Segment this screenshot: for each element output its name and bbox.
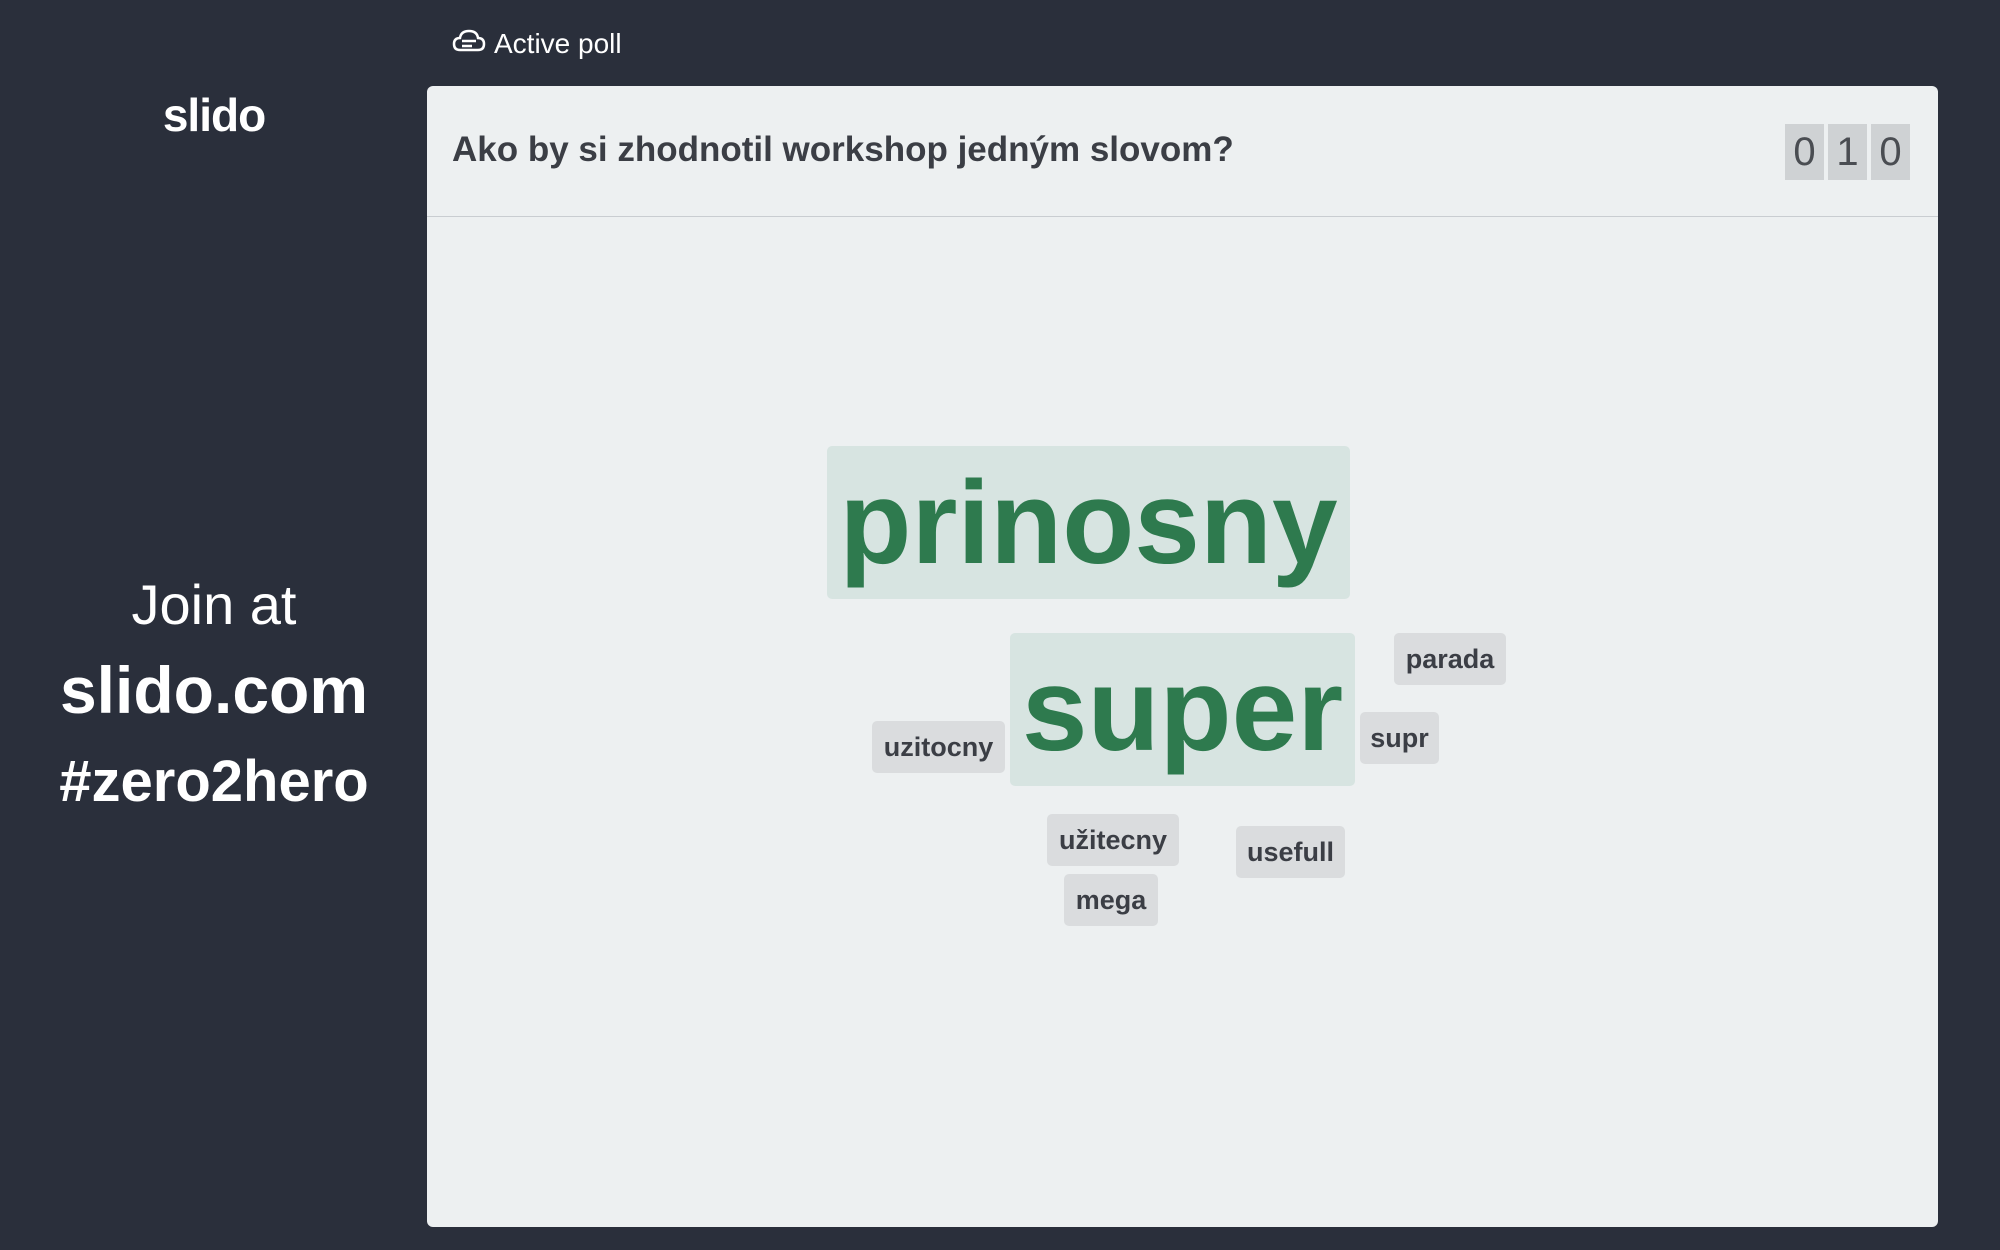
counter-digit: 0 <box>1785 124 1824 180</box>
response-counter: 0 1 0 <box>1785 124 1910 180</box>
counter-digit: 0 <box>1871 124 1910 180</box>
poll-question: Ako by si zhodnotil workshop jedným slov… <box>452 130 1234 169</box>
slido-logo: slido <box>162 89 266 141</box>
active-poll-label: Active poll <box>494 28 622 59</box>
join-at-label: Join at <box>131 573 297 636</box>
word-uzitecny: užitecny <box>1047 814 1179 866</box>
poll-cloud-icon <box>452 26 486 63</box>
poll-panel: Ako by si zhodnotil workshop jedným slov… <box>427 86 1938 1227</box>
counter-digit: 1 <box>1828 124 1867 180</box>
join-url: slido.com <box>59 653 369 727</box>
word-usefull: usefull <box>1236 826 1345 878</box>
event-code: #zero2hero <box>59 749 369 814</box>
active-poll-status: Active poll <box>452 24 622 64</box>
word-mega: mega <box>1064 874 1158 926</box>
word-super: super <box>1010 633 1355 786</box>
word-supr: supr <box>1360 712 1439 764</box>
word-uzitocny: uzitocny <box>872 721 1005 773</box>
poll-header: Ako by si zhodnotil workshop jedným slov… <box>427 86 1938 217</box>
word-prinosny: prinosny <box>827 446 1350 599</box>
word-parada: parada <box>1394 633 1506 685</box>
